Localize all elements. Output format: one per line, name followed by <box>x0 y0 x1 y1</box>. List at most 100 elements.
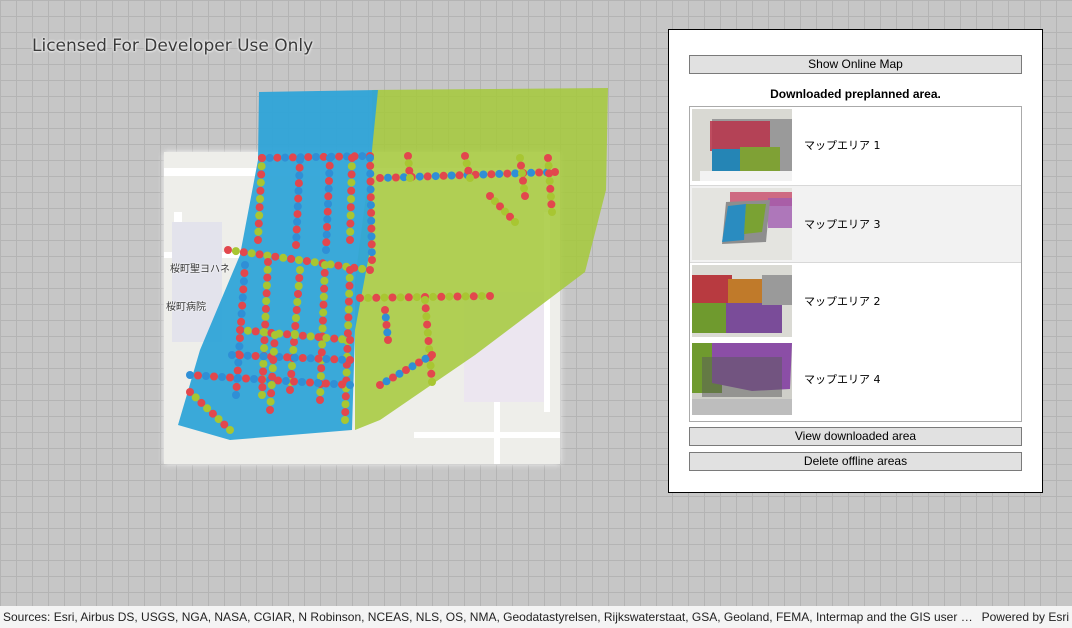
point-feature <box>238 293 247 302</box>
area-thumbnail <box>692 343 792 415</box>
point-feature <box>544 154 552 162</box>
point-feature <box>294 290 302 298</box>
point-feature <box>251 327 260 336</box>
point-feature <box>367 240 376 249</box>
point-feature <box>256 178 265 187</box>
point-feature <box>228 351 236 359</box>
point-feature <box>347 178 356 187</box>
point-feature <box>520 184 528 193</box>
point-feature <box>406 174 414 182</box>
point-feature <box>258 154 266 162</box>
point-feature <box>346 381 354 389</box>
point-feature <box>447 171 456 180</box>
point-feature <box>323 223 331 231</box>
point-feature <box>239 277 248 286</box>
point-feature <box>258 383 267 392</box>
point-feature <box>324 184 333 193</box>
area-list-item[interactable]: マップエリア 1 <box>690 107 1021 183</box>
point-feature <box>226 426 234 434</box>
point-feature <box>234 358 243 367</box>
point-feature <box>424 337 433 345</box>
point-feature <box>290 377 298 386</box>
point-feature <box>322 246 330 254</box>
point-feature <box>316 396 324 404</box>
point-feature <box>273 153 282 162</box>
point-feature <box>310 258 319 267</box>
area-list[interactable]: マップエリア 1 マップエリア 3 マップエリア 2 マップエリア 4 <box>689 106 1022 422</box>
point-feature <box>296 266 304 274</box>
point-feature <box>314 333 323 342</box>
point-feature <box>292 241 300 249</box>
point-feature <box>314 379 322 387</box>
point-feature <box>346 236 354 244</box>
area-list-item-selected[interactable]: マップエリア 3 <box>690 185 1021 263</box>
point-feature <box>545 169 554 178</box>
point-feature <box>325 161 334 170</box>
point-feature <box>521 192 529 200</box>
point-feature <box>287 254 296 263</box>
point-feature <box>495 169 504 178</box>
point-feature <box>335 152 344 161</box>
view-downloaded-area-button[interactable]: View downloaded area <box>689 427 1022 446</box>
delete-offline-areas-button[interactable]: Delete offline areas <box>689 452 1022 471</box>
panel-title: Downloaded preplanned area. <box>770 87 941 101</box>
point-feature <box>320 276 329 285</box>
point-feature <box>404 293 413 302</box>
point-feature <box>381 306 389 314</box>
point-feature <box>384 336 392 344</box>
point-feature <box>322 333 331 342</box>
point-feature <box>289 346 298 354</box>
point-feature <box>323 215 332 224</box>
point-feature <box>423 320 432 329</box>
point-feature <box>262 297 271 306</box>
point-feature <box>346 227 355 236</box>
point-feature <box>477 292 486 301</box>
point-feature <box>239 285 248 294</box>
point-feature <box>344 321 353 330</box>
area-list-item[interactable]: マップエリア 2 <box>690 263 1021 339</box>
point-feature <box>286 386 294 394</box>
point-feature <box>466 174 474 182</box>
point-feature <box>348 154 356 162</box>
point-feature <box>358 152 367 161</box>
point-feature <box>265 153 274 162</box>
point-feature <box>325 177 333 185</box>
point-feature <box>287 370 296 378</box>
point-feature <box>242 374 250 383</box>
point-feature <box>283 330 292 339</box>
point-feature <box>319 308 328 317</box>
point-feature <box>334 261 343 270</box>
point-feature <box>261 312 270 321</box>
point-feature <box>404 152 412 160</box>
point-feature <box>428 378 436 386</box>
point-feature <box>383 328 392 337</box>
point-feature <box>250 375 258 383</box>
point-feature <box>367 232 376 241</box>
show-online-map-button[interactable]: Show Online Map <box>689 55 1022 74</box>
point-feature <box>347 195 355 203</box>
point-feature <box>319 292 328 301</box>
point-feature <box>295 274 304 282</box>
powered-by-esri[interactable]: Powered by Esri <box>982 606 1069 628</box>
point-feature <box>356 294 364 302</box>
point-feature <box>294 179 303 188</box>
area-label: マップエリア 3 <box>804 218 881 231</box>
point-feature <box>423 328 432 337</box>
point-feature <box>453 292 462 301</box>
point-feature <box>391 173 400 182</box>
point-feature <box>367 248 376 257</box>
area-list-item[interactable]: マップエリア 4 <box>690 341 1021 417</box>
point-feature <box>306 378 314 387</box>
point-feature <box>269 356 278 364</box>
point-feature <box>302 257 311 266</box>
point-feature <box>341 392 350 401</box>
point-feature <box>254 227 263 236</box>
point-feature <box>346 356 354 364</box>
point-feature <box>288 153 297 162</box>
point-feature <box>236 326 244 334</box>
point-feature <box>260 336 269 345</box>
point-feature <box>346 219 355 228</box>
point-feature <box>270 339 279 348</box>
point-feature <box>254 219 263 228</box>
point-feature <box>547 200 556 209</box>
